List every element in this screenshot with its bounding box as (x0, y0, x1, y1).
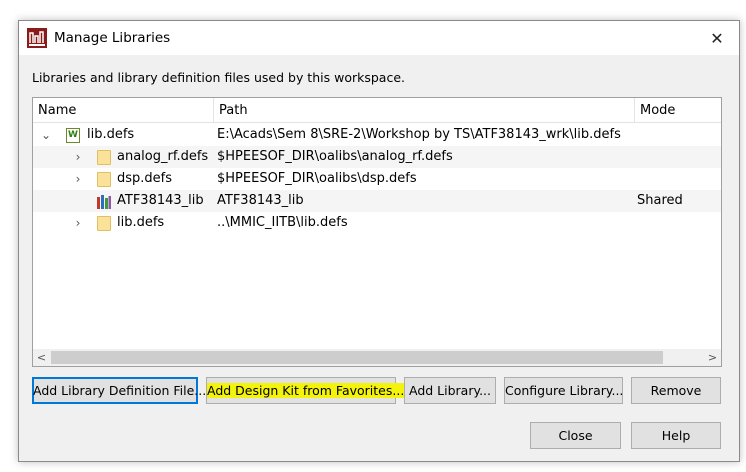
row-path: ..\MMIC_IITB\lib.defs (217, 215, 348, 230)
add-design-kit-button[interactable]: Add Design Kit from Favorites... (206, 377, 405, 404)
tree-row[interactable]: ATF38143_lib ATF38143_lib Shared (33, 190, 721, 212)
chevron-right-icon[interactable]: › (71, 168, 85, 190)
chevron-right-icon[interactable]: › (71, 212, 85, 234)
row-path: $HPEESOF_DIR\oalibs\analog_rf.defs (217, 149, 453, 164)
configure-library-button[interactable]: Configure Library... (504, 377, 623, 404)
window-title: Manage Libraries (54, 30, 171, 46)
folder-icon (97, 172, 111, 187)
dialog-caption: Libraries and library definition files u… (32, 70, 405, 85)
tree-row[interactable]: › lib.defs ..\MMIC_IITB\lib.defs (33, 212, 721, 234)
column-header-name[interactable]: Name (33, 98, 213, 123)
row-path: ATF38143_lib (217, 193, 304, 208)
scrollbar-thumb[interactable] (51, 351, 663, 364)
column-header-path[interactable]: Path (214, 98, 634, 123)
row-name: analog_rf.defs (117, 149, 209, 164)
workspace-defs-icon: W (66, 128, 80, 143)
column-header-mode[interactable]: Mode (635, 98, 721, 123)
row-name: lib.defs (87, 127, 135, 142)
ads-app-icon (27, 28, 47, 48)
tree-row[interactable]: ⌄ W lib.defs E:\Acads\Sem 8\SRE-2\Worksh… (33, 124, 721, 146)
folder-icon (97, 150, 111, 165)
chevron-right-icon[interactable]: › (71, 146, 85, 168)
library-icon (97, 195, 111, 209)
row-name: dsp.defs (117, 171, 173, 186)
row-name: ATF38143_lib (117, 193, 204, 208)
close-button[interactable]: Close (530, 422, 621, 449)
chevron-down-icon[interactable]: ⌄ (39, 124, 53, 146)
library-tree[interactable]: Name Path Mode ⌄ W lib.defs E:\Acads\Sem… (32, 97, 722, 367)
horizontal-scrollbar[interactable]: < > (33, 349, 721, 366)
row-path: $HPEESOF_DIR\oalibs\dsp.defs (217, 171, 417, 186)
row-name: lib.defs (117, 215, 165, 230)
add-design-kit-label: Add Design Kit from Favorites... (207, 383, 405, 398)
manage-libraries-dialog: Manage Libraries ✕ Libraries and library… (18, 20, 740, 462)
row-path: E:\Acads\Sem 8\SRE-2\Workshop by TS\ATF3… (217, 127, 621, 142)
tree-header: Name Path Mode (33, 98, 721, 123)
help-button[interactable]: Help (631, 422, 721, 449)
remove-button[interactable]: Remove (631, 377, 721, 404)
tree-row[interactable]: › analog_rf.defs $HPEESOF_DIR\oalibs\ana… (33, 146, 721, 168)
row-mode: Shared (637, 193, 683, 208)
title-bar: Manage Libraries ✕ (19, 21, 739, 55)
close-icon: ✕ (710, 28, 724, 48)
scroll-left-icon[interactable]: < (33, 349, 50, 366)
folder-icon (97, 216, 111, 231)
add-library-button[interactable]: Add Library... (404, 377, 496, 404)
add-library-definition-file-button[interactable]: Add Library Definition File... (32, 377, 206, 404)
close-window-button[interactable]: ✕ (695, 21, 739, 55)
scroll-right-icon[interactable]: > (704, 349, 721, 366)
tree-row[interactable]: › dsp.defs $HPEESOF_DIR\oalibs\dsp.defs (33, 168, 721, 190)
